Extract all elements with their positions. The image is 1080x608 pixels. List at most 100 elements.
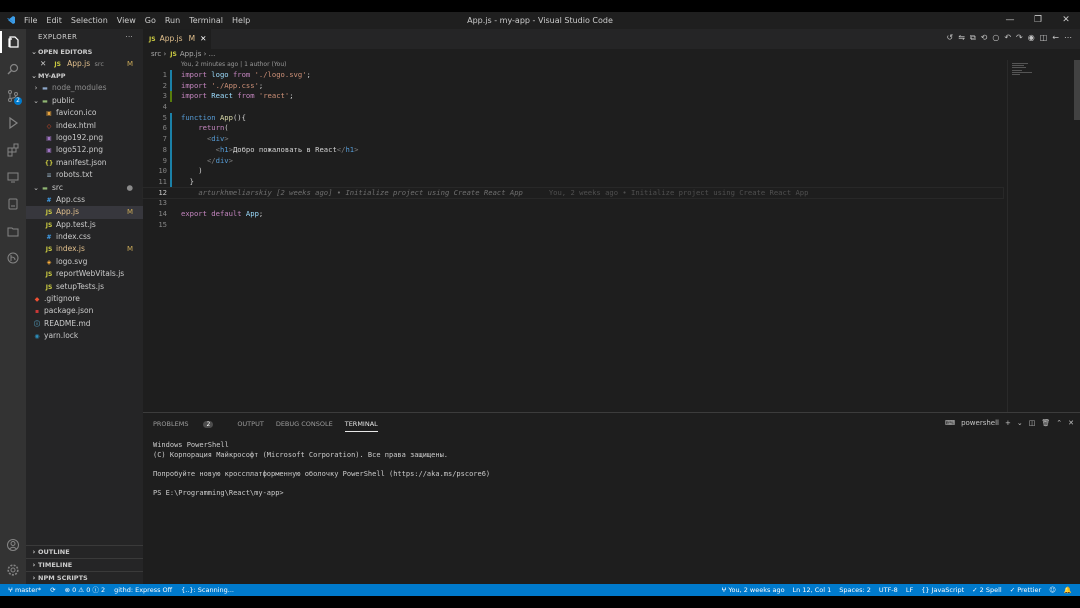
open-changes-icon[interactable]: ⧉ [970,33,976,43]
problems-status[interactable]: ⊗ 0 ⚠ 0 ⓘ 2 [65,584,106,596]
sync-icon[interactable]: ⟳ [50,584,55,596]
tab-debug-console[interactable]: DEBUG CONSOLE [276,420,333,428]
code-line[interactable]: 4 [143,102,1003,113]
git-blame-status[interactable]: ⵖ You, 2 weeks ago [721,584,784,596]
tree-file[interactable]: # App.css [26,194,143,206]
indentation[interactable]: Spaces: 2 [839,584,871,596]
outline-section[interactable]: › OUTLINE [26,545,143,558]
git-compare-icon[interactable]: ⇋ [958,33,965,43]
account-icon[interactable] [0,534,26,556]
editor-scrollbar[interactable] [1074,60,1080,120]
breadcrumb-file[interactable]: App.js [180,50,202,58]
tree-folder[interactable]: › ▬ node_modules [26,82,143,94]
language-mode[interactable]: {} JavaScript [921,584,964,596]
code-line[interactable]: 13 [143,198,1003,209]
remote-explorer-icon[interactable] [0,166,26,188]
go-live-icon[interactable]: ◉ [1028,33,1035,43]
tree-file[interactable]: ◉ yarn.lock [26,330,143,342]
split-terminal-icon[interactable]: ◫ [1029,419,1036,427]
close-window-icon[interactable]: ✕ [1052,12,1080,29]
tree-file[interactable]: JS index.js M [26,243,143,255]
terminal-shell-name[interactable]: powershell [961,419,999,427]
tree-file[interactable]: JS reportWebVitals.js [26,268,143,280]
close-tab-icon[interactable]: ✕ [200,34,206,43]
project-section[interactable]: ⌄MY-APP [26,70,143,82]
run-debug-icon[interactable] [0,112,26,134]
prev-change-icon[interactable]: ⟲ [981,33,988,43]
tab-output[interactable]: OUTPUT [237,420,264,428]
tree-file[interactable]: ▪ package.json [26,305,143,317]
tree-file[interactable]: JS setupTests.js [26,281,143,293]
code-line[interactable]: 11 } [143,176,1003,188]
code-line[interactable]: 1 import logo from './logo.svg'; [143,70,1003,81]
history-icon[interactable]: ↺ [947,33,954,43]
code-line[interactable]: 9 </div> [143,155,1003,167]
tree-file[interactable]: ◇ index.html [26,120,143,132]
prettier-status[interactable]: ✓ Prettier [1010,584,1041,596]
encoding[interactable]: UTF-8 [879,584,898,596]
timeline-section[interactable]: › TIMELINE [26,558,143,571]
restore-icon[interactable]: ❐ [1024,12,1052,29]
minimize-icon[interactable]: — [996,12,1024,29]
tree-file[interactable]: ▣ logo192.png [26,132,143,144]
tab-problems[interactable]: PROBLEMS 2 [153,420,225,428]
source-control-icon[interactable]: 2 [0,85,26,107]
code-line[interactable]: 5 function App(){ [143,112,1003,124]
git-branch[interactable]: ⵖ master* [8,584,41,596]
circle-icon[interactable]: ○ [992,33,999,43]
more-editor-actions-icon[interactable]: ⋯ [1064,33,1072,43]
tree-file[interactable]: JS App.test.js [26,219,143,231]
minimap[interactable] [1007,60,1080,412]
chevron-down-icon[interactable]: ⌄ [1017,419,1023,427]
code-line[interactable]: 12 arturkhmeliarskiy [2 weeks ago] • Ini… [142,186,1004,200]
tree-file[interactable]: {} manifest.json [26,157,143,169]
extensions-icon[interactable] [0,139,26,161]
tab-app-js[interactable]: JS App.js M ✕ [143,29,211,49]
spell-checker[interactable]: ✓ 2 Spell [972,584,1002,596]
explorer-icon[interactable] [0,31,26,53]
tree-file[interactable]: ≡ robots.txt [26,169,143,181]
settings-gear-icon[interactable] [0,559,26,581]
tree-file[interactable]: ▣ logo512.png [26,144,143,156]
tab-terminal[interactable]: TERMINAL [344,420,378,432]
githd-status[interactable]: githd: Express Off [114,584,172,596]
split-editor-icon[interactable]: ◫ [1040,33,1048,43]
tree-file[interactable]: ◈ logo.svg [26,256,143,268]
code-line[interactable]: 15 [143,220,1003,231]
code-line[interactable]: 3 import React from 'react'; [143,91,1003,103]
tree-file[interactable]: ◆ .gitignore [26,293,143,305]
breadcrumb-symbol[interactable]: ... [209,50,216,58]
cursor-position[interactable]: Ln 12, Col 1 [793,584,832,596]
codelens-author[interactable]: You, 2 minutes ago | 1 author (You) [181,60,287,70]
more-actions-icon[interactable]: ··· [125,29,133,46]
code-line[interactable]: 8 <h1>Добро пожаловать в React</h1> [143,144,1003,156]
tree-folder[interactable]: ⌄ ▬ public [26,95,143,107]
breadcrumb-folder[interactable]: src [151,50,161,58]
close-editor-icon[interactable]: ✕ [40,59,46,68]
tree-file[interactable]: JS App.js M [26,206,143,219]
commit-forward-icon[interactable]: ↷ [1016,33,1023,43]
code-line[interactable]: 7 <div> [143,134,1003,145]
npm-scripts-section[interactable]: › NPM SCRIPTS [26,571,143,584]
terminal-output[interactable]: Windows PowerShell (C) Корпорация Майкро… [153,441,490,499]
code-line[interactable]: 2 import './App.css'; [143,80,1003,92]
notifications-bell-icon[interactable]: 🔔 [1064,584,1072,596]
kill-terminal-icon[interactable]: 🗑 [1041,419,1050,427]
scanning-status[interactable]: {..}: Scanning... [181,584,234,596]
search-icon[interactable] [0,58,26,80]
project-manager-icon[interactable] [0,220,26,242]
tree-file[interactable]: # index.css [26,231,143,243]
new-terminal-icon[interactable]: + [1005,419,1011,427]
maximize-panel-icon[interactable]: ⌃ [1056,419,1062,427]
go-back-icon[interactable]: ← [1052,33,1059,43]
tree-folder[interactable]: ⌄ ▬ src ● [26,182,143,194]
docker-icon[interactable] [0,193,26,215]
commit-back-icon[interactable]: ↶ [1004,33,1011,43]
close-panel-icon[interactable]: ✕ [1068,419,1074,427]
end-of-line[interactable]: LF [906,584,913,596]
open-editors-section[interactable]: ⌄OPEN EDITORS [26,46,143,58]
tree-file[interactable]: ⓘ README.md [26,318,143,330]
code-line[interactable]: 14 export default App; [143,209,1003,220]
tree-file[interactable]: ▣ favicon.ico [26,107,143,119]
code-editor[interactable]: You, 2 minutes ago | 1 author (You) 1 imp… [142,60,1080,412]
